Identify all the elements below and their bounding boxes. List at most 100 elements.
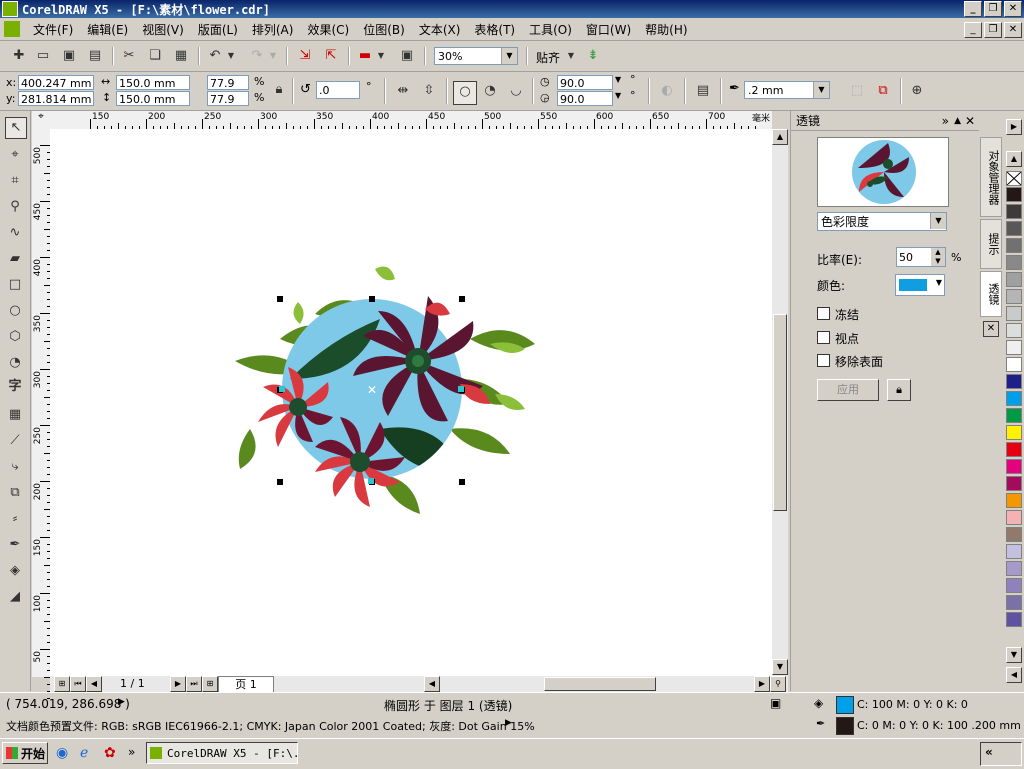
- paste-icon[interactable]: ▦: [172, 47, 190, 65]
- lens-color-picker[interactable]: ▼: [895, 274, 945, 296]
- wrap-text-icon[interactable]: ▤: [694, 82, 712, 100]
- prev-page-icon[interactable]: ◀: [86, 676, 102, 692]
- end-angle-input[interactable]: 90.0: [557, 91, 613, 106]
- vertical-scroll-thumb[interactable]: [773, 314, 787, 511]
- palette-swatch[interactable]: [1006, 612, 1022, 627]
- shape-tool-icon[interactable]: ⌖: [5, 145, 25, 165]
- palette-swatch[interactable]: [1006, 391, 1022, 406]
- print-icon[interactable]: ▤: [86, 47, 104, 65]
- arc-mode-icon[interactable]: ◡: [507, 82, 525, 100]
- export-icon[interactable]: ⇱: [322, 47, 340, 65]
- last-page-icon[interactable]: ⏭: [186, 676, 202, 692]
- palette-swatch[interactable]: [1006, 510, 1022, 525]
- profile-arrow-icon[interactable]: ▶: [505, 718, 512, 728]
- first-page-icon[interactable]: ⏮: [70, 676, 86, 692]
- crosshair-icon[interactable]: ⊕: [908, 82, 926, 100]
- dimension-tool-icon[interactable]: ⟋: [5, 431, 25, 451]
- zoom-navigator-icon[interactable]: ⚲: [770, 676, 786, 692]
- next-page-icon[interactable]: ▶: [170, 676, 186, 692]
- snap-to-label[interactable]: 贴齐: [536, 49, 560, 66]
- x-position-input[interactable]: 400.247 mm: [18, 75, 94, 90]
- palette-swatch[interactable]: [1006, 323, 1022, 338]
- palette-swatch[interactable]: [1006, 357, 1022, 372]
- menu-file[interactable]: 文件(F): [26, 21, 80, 38]
- quicklaunch-more-icon[interactable]: »: [128, 745, 135, 759]
- interactive-fill-tool-icon[interactable]: ◢: [5, 587, 25, 607]
- palette-swatch[interactable]: [1006, 476, 1022, 491]
- palette-swatch[interactable]: [1006, 238, 1022, 253]
- ruler-origin[interactable]: ⌖: [32, 111, 50, 129]
- palette-swatch[interactable]: [1006, 374, 1022, 389]
- height-input[interactable]: 150.0 mm: [116, 91, 190, 106]
- application-launcher-icon[interactable]: ▬: [356, 47, 374, 65]
- palette-swatch[interactable]: [1006, 595, 1022, 610]
- chevron-down-icon[interactable]: ▼: [501, 48, 517, 64]
- palette-swatch[interactable]: [1006, 527, 1022, 542]
- snap-settings-icon[interactable]: ⇟: [584, 47, 602, 65]
- browser-icon[interactable]: ◉: [56, 745, 68, 761]
- scroll-left-icon[interactable]: ◀: [424, 676, 440, 692]
- scale-height-input[interactable]: 77.9: [207, 91, 249, 106]
- restore-button[interactable]: ❐: [984, 1, 1002, 17]
- center-marker[interactable]: ✕: [367, 383, 377, 397]
- snap-dropdown-icon[interactable]: ▼: [566, 47, 576, 65]
- direction-icon[interactable]: ◐: [658, 82, 676, 100]
- menu-layout[interactable]: 版面(L): [191, 21, 245, 38]
- menu-text[interactable]: 文本(X): [412, 21, 468, 38]
- start-button[interactable]: 开始: [2, 742, 48, 764]
- doc-close-button[interactable]: ✕: [1004, 22, 1022, 38]
- status-arrow-icon[interactable]: ▶: [118, 697, 125, 707]
- pie-mode-icon[interactable]: ◔: [481, 82, 499, 100]
- fill-color-swatch[interactable]: [836, 696, 854, 714]
- outline-tool-icon[interactable]: ✒: [5, 535, 25, 555]
- palette-scroll-down-icon[interactable]: ▼: [1006, 647, 1022, 663]
- undo-icon[interactable]: ↶: [206, 47, 224, 65]
- doc-restore-button[interactable]: ❐: [984, 22, 1002, 38]
- palette-swatch[interactable]: [1006, 255, 1022, 270]
- rotation-input[interactable]: .0: [316, 81, 360, 99]
- chevron-down-icon[interactable]: ▼: [936, 278, 942, 287]
- palette-swatch[interactable]: [1006, 544, 1022, 559]
- outline-color-swatch[interactable]: [836, 717, 854, 735]
- expand-arrows-icon[interactable]: »: [942, 111, 949, 131]
- start-angle-input[interactable]: 90.0: [557, 75, 613, 90]
- palette-swatch[interactable]: [1006, 493, 1022, 508]
- import-icon[interactable]: ⇲: [296, 47, 314, 65]
- ie-icon[interactable]: ℯ: [80, 745, 88, 761]
- chevron-down-icon[interactable]: ▼: [930, 213, 946, 229]
- tray-expand-icon[interactable]: «: [985, 745, 993, 759]
- scroll-up-icon[interactable]: ▲: [772, 129, 788, 145]
- tab-object-manager[interactable]: 对象管理器: [980, 137, 1002, 217]
- menu-window[interactable]: 窗口(W): [579, 21, 638, 38]
- page-add-before-icon[interactable]: ⊞: [54, 676, 70, 692]
- menu-view[interactable]: 视图(V): [135, 21, 191, 38]
- rate-input[interactable]: 50 ▲ ▼: [896, 247, 946, 267]
- menu-edit[interactable]: 编辑(E): [80, 21, 135, 38]
- end-angle-dropdown-icon[interactable]: ▼: [615, 91, 621, 100]
- flower-artwork[interactable]: ✕: [50, 129, 772, 677]
- mirror-horizontal-icon[interactable]: ⇹: [394, 82, 412, 100]
- minimize-button[interactable]: _: [964, 1, 982, 17]
- palette-swatch[interactable]: [1006, 340, 1022, 355]
- page-tab[interactable]: 页 1: [218, 676, 274, 693]
- docker-close-icon[interactable]: ✕: [965, 111, 975, 131]
- undo-dropdown-icon[interactable]: ▼: [226, 47, 236, 65]
- zoom-level-combo[interactable]: 30% ▼: [434, 47, 518, 65]
- menu-help[interactable]: 帮助(H): [638, 21, 694, 38]
- palette-swatch[interactable]: [1006, 561, 1022, 576]
- lock-icon[interactable]: 🔒︎: [887, 379, 911, 401]
- scroll-right-icon[interactable]: ▶: [754, 676, 770, 692]
- text-tool-icon[interactable]: 字: [5, 377, 25, 397]
- palette-swatch[interactable]: [1006, 459, 1022, 474]
- vertical-scrollbar[interactable]: ▲ ▼: [772, 129, 788, 677]
- palette-swatch[interactable]: [1006, 187, 1022, 202]
- freeze-checkbox[interactable]: [817, 307, 830, 320]
- palette-swatch[interactable]: [1006, 204, 1022, 219]
- pick-tool-icon[interactable]: ↖: [5, 117, 27, 139]
- width-input[interactable]: 150.0 mm: [116, 75, 190, 90]
- polygon-tool-icon[interactable]: ⬡: [5, 327, 25, 347]
- menu-arrange[interactable]: 排列(A): [245, 21, 301, 38]
- palette-swatch[interactable]: [1006, 425, 1022, 440]
- palette-swatch[interactable]: [1006, 289, 1022, 304]
- palette-swatch[interactable]: [1006, 221, 1022, 236]
